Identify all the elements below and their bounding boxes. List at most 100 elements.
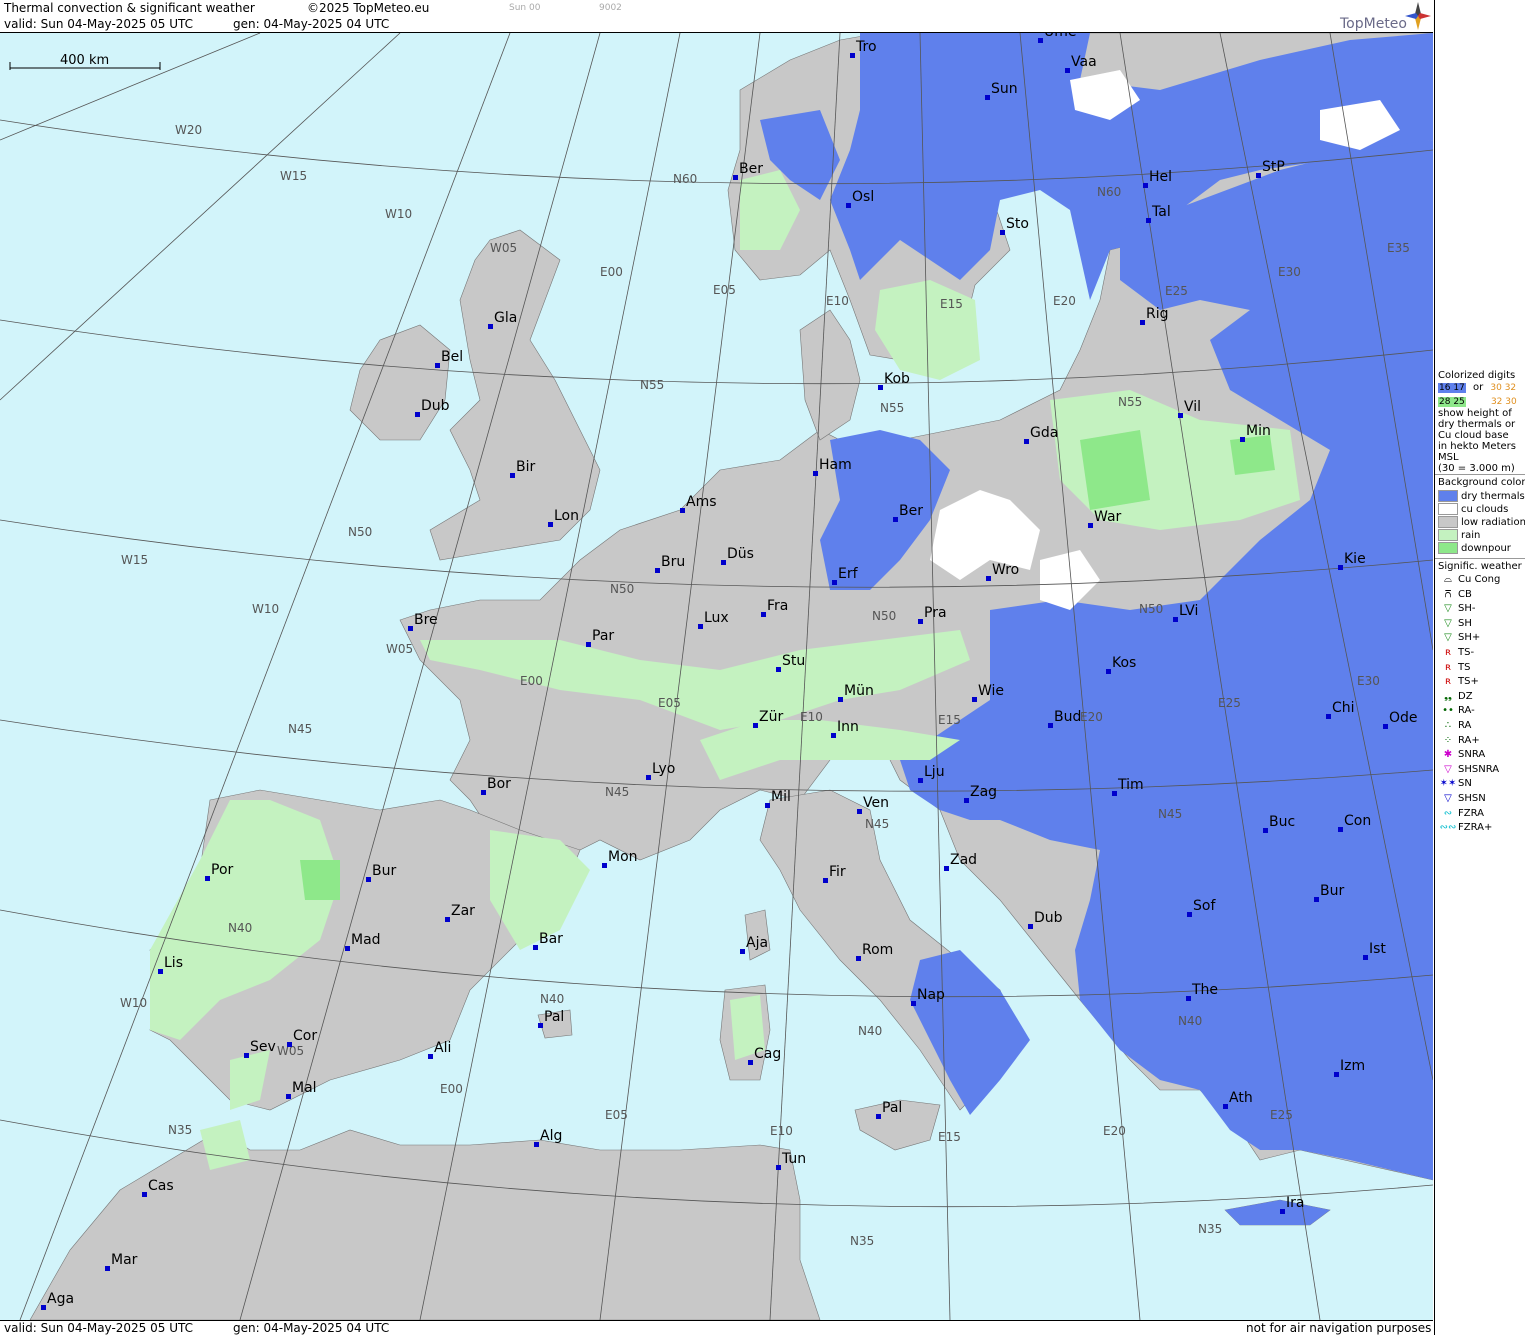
weather-map[interactable]: W20 W15 W10 W05 E00 E05 E10 E15 E20 E25 E30 E35 N60 N…: [0, 33, 1433, 1320]
city-label: Bre: [414, 612, 438, 628]
city-marker: [1383, 724, 1388, 729]
grid-label: E20: [1103, 1124, 1126, 1138]
city-label: Tim: [1117, 777, 1144, 793]
city-label: The: [1191, 982, 1218, 998]
city-label: Sev: [250, 1039, 276, 1055]
city-label: Izm: [1340, 1058, 1365, 1074]
grid-label: E35: [1387, 241, 1410, 255]
city-label: Rig: [1146, 306, 1169, 322]
grid-label: E05: [605, 1108, 628, 1122]
legend-desc-line: show height of: [1438, 408, 1512, 419]
downpour-minsk: [1230, 435, 1275, 475]
city-marker: [985, 95, 990, 100]
legend-bg-label: downpour: [1461, 543, 1511, 554]
city-label: Con: [1344, 813, 1371, 829]
grid-label: N40: [858, 1024, 882, 1038]
grid-label: N50: [348, 525, 372, 539]
city-marker: [878, 385, 883, 390]
city-marker: [776, 667, 781, 672]
topmeteo-logo: TopMeteo: [1340, 16, 1407, 32]
city-marker: [1088, 523, 1093, 528]
snow-rain-icon: ✱: [1443, 749, 1453, 761]
city-marker: [548, 522, 553, 527]
legend-bg-label: cu clouds: [1461, 504, 1509, 515]
grid-label: E15: [940, 297, 963, 311]
grid-label: E05: [713, 283, 736, 297]
city-marker: [1140, 320, 1145, 325]
legend-wx-item: ⌓ Cu Cong: [1438, 574, 1500, 585]
grid-label: W10: [385, 207, 412, 221]
snow-shower-icon: ▽: [1444, 793, 1452, 804]
digit-sample-thermal: 16 17: [1438, 383, 1466, 393]
city-marker: [1338, 827, 1343, 832]
city-marker: [765, 803, 770, 808]
city-label: Lux: [704, 610, 729, 626]
city-marker: [105, 1266, 110, 1271]
city-marker: [813, 471, 818, 476]
city-marker: [1326, 714, 1331, 719]
city-label: Zar: [451, 903, 475, 919]
city-label: Ams: [686, 494, 717, 510]
city-marker: [776, 1165, 781, 1170]
city-marker: [510, 473, 515, 478]
city-marker: [345, 946, 350, 951]
grid-label: N60: [1097, 185, 1121, 199]
legend-bg-label: rain: [1461, 530, 1481, 541]
city-label: Bor: [487, 776, 511, 792]
city-marker: [287, 1042, 292, 1047]
city-label: Wie: [978, 683, 1004, 699]
city-label: Hel: [1149, 169, 1172, 185]
legend-desc-line: (30 = 3.000 m): [1438, 463, 1515, 474]
city-marker: [1338, 565, 1343, 570]
grid-label: E00: [440, 1082, 463, 1096]
legend-wx-label: SH: [1458, 617, 1472, 629]
city-label: StP: [1262, 159, 1285, 175]
compass-logo-icon: [1405, 2, 1431, 30]
city-label: Erf: [838, 566, 859, 582]
freezing-rain-heavy-icon: ∾∾: [1439, 822, 1457, 834]
thunderstorm-light-icon: ʀ: [1444, 647, 1452, 658]
city-label: Tro: [855, 39, 877, 55]
city-marker: [1363, 955, 1368, 960]
city-marker: [533, 945, 538, 950]
city-marker: [1314, 897, 1319, 902]
city-marker: [1173, 617, 1178, 622]
rain-heavy-icon: ⁘: [1443, 734, 1453, 746]
legend-wx-label: TS: [1458, 661, 1471, 673]
legend-divider: [1435, 474, 1525, 475]
legend-wx-label: SH-: [1458, 603, 1476, 615]
city-label: Ali: [434, 1040, 451, 1056]
grid-label: E25: [1165, 284, 1188, 298]
city-marker: [488, 324, 493, 329]
shower-heavy-icon: ▽: [1444, 632, 1452, 644]
city-label: Ode: [1389, 710, 1418, 726]
shower-light-icon: ▽: [1444, 603, 1452, 615]
grid-label: N40: [1178, 1014, 1202, 1028]
city-label: Kie: [1344, 551, 1366, 567]
city-marker: [748, 1060, 753, 1065]
legend-wx-label: FZRA: [1458, 807, 1484, 819]
downpour-portugal: [300, 860, 340, 900]
legend-bg-item: low radiation: [1438, 516, 1525, 528]
city-label: Cas: [148, 1178, 174, 1194]
thunderstorm-icon: ʀ: [1444, 661, 1452, 673]
city-marker: [698, 624, 703, 629]
legend-divider-2: [1435, 558, 1525, 559]
grid-label: N50: [610, 582, 634, 596]
legend-colorized-title: Colorized digits: [1438, 370, 1516, 381]
disclaimer: not for air navigation purposes: [1246, 1321, 1432, 1335]
city-label: Ist: [1369, 941, 1386, 957]
city-label: Mon: [608, 849, 638, 865]
legend-wx-item: ▽ SH-: [1438, 603, 1475, 614]
city-label: Zad: [950, 852, 977, 868]
legend-wx-label: CB: [1458, 588, 1472, 600]
grid-label: N60: [673, 172, 697, 186]
grid-label: W05: [386, 642, 413, 656]
legend-bg-item: dry thermals: [1438, 490, 1525, 502]
city-label: Alg: [540, 1128, 562, 1144]
grid-label: E20: [1080, 710, 1103, 724]
city-marker: [286, 1094, 291, 1099]
city-label: Aja: [746, 935, 768, 951]
legend-wx-item: ▽ SH: [1438, 618, 1472, 629]
grid-label: N40: [540, 992, 564, 1006]
